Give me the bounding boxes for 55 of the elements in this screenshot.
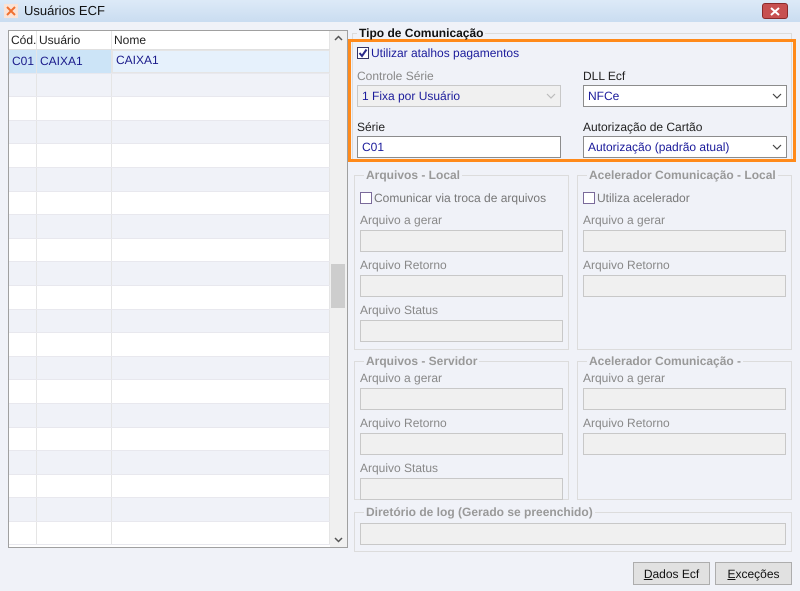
- field-label: Arquivo Status: [360, 460, 440, 476]
- field-label: DLL Ecf: [583, 68, 626, 84]
- field-label: Arquivo a gerar: [360, 370, 444, 386]
- checkbox-label[interactable]: Utilizar atalhos pagamentos: [371, 44, 520, 62]
- window-title: Usuários ECF: [24, 2, 105, 20]
- chevron-down-icon: [772, 144, 782, 150]
- dropdown[interactable]: NFCe: [583, 85, 787, 107]
- table-cell[interactable]: CAIXA1: [112, 50, 330, 73]
- scrollbar[interactable]: [330, 31, 347, 547]
- table-cell[interactable]: CAIXA1: [37, 50, 112, 73]
- close-button[interactable]: [762, 3, 788, 19]
- scroll-up-icon[interactable]: [334, 35, 343, 41]
- field-label: Controle Série: [357, 68, 435, 84]
- input-field[interactable]: [583, 275, 786, 297]
- table-cell[interactable]: C01: [9, 50, 37, 73]
- field-label: Arquivo Retorno: [583, 415, 671, 431]
- column-header[interactable]: Cód.: [11, 31, 36, 49]
- column-header[interactable]: Usuário: [39, 31, 80, 49]
- input-field[interactable]: C01: [357, 136, 561, 158]
- dropdown[interactable]: Autorização (padrão atual): [583, 136, 787, 158]
- field-label: Série: [357, 119, 386, 135]
- input-field[interactable]: [360, 275, 563, 297]
- app-icon: [4, 4, 18, 18]
- checkbox[interactable]: [357, 47, 369, 59]
- action-button[interactable]: Dados Ecf: [633, 562, 710, 585]
- group-title: Arquivos - Local: [365, 167, 462, 184]
- input-field[interactable]: [360, 433, 563, 455]
- field-label: Arquivo Retorno: [360, 257, 448, 273]
- chevron-down-icon: [772, 93, 782, 99]
- group-title: Acelerador Comunicação - Local: [588, 167, 777, 184]
- input-field[interactable]: [360, 388, 563, 410]
- group-title: Tipo de Comunicação: [358, 25, 484, 42]
- scroll-down-icon[interactable]: [334, 537, 343, 543]
- group-title: Diretório de log (Gerado se preenchido): [365, 504, 594, 521]
- input-field[interactable]: [360, 478, 563, 500]
- group-title: Arquivos - Servidor: [365, 353, 478, 370]
- field-label: Autorização de Cartão: [583, 119, 704, 135]
- field-label: Arquivo a gerar: [583, 212, 666, 228]
- input-field[interactable]: [583, 230, 786, 252]
- column-header[interactable]: Nome: [114, 31, 146, 49]
- input-field[interactable]: [360, 230, 563, 252]
- field-label: Arquivo Status: [360, 302, 440, 318]
- input-field[interactable]: [583, 388, 786, 410]
- input-field[interactable]: [360, 320, 563, 342]
- group-title: Acelerador Comunicação -: [588, 353, 742, 370]
- field-label: Arquivo Retorno: [583, 257, 671, 273]
- field-label: Arquivo Retorno: [360, 415, 448, 431]
- input-field[interactable]: [360, 523, 786, 545]
- chevron-down-icon: [546, 93, 556, 99]
- field-label: Arquivo a gerar: [360, 212, 444, 228]
- input-field[interactable]: [583, 433, 786, 455]
- close-icon: [770, 6, 780, 16]
- action-button[interactable]: Exceções: [715, 562, 792, 585]
- field-label: Arquivo a gerar: [583, 370, 666, 386]
- scroll-thumb[interactable]: [331, 264, 345, 308]
